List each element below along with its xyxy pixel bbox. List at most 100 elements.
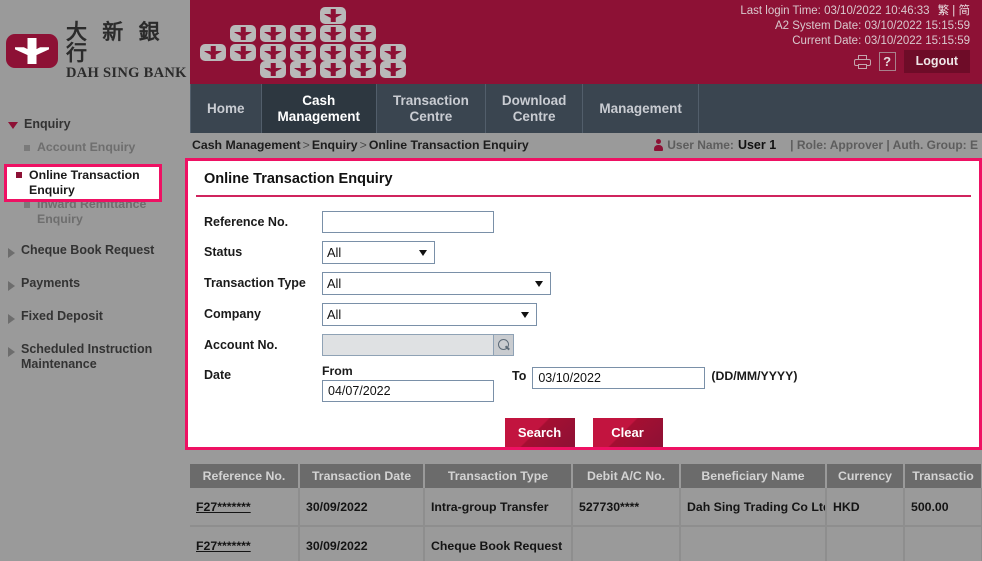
sidebar-group-label: Cheque Book Request <box>21 243 155 257</box>
user-name-label: User Name: <box>667 138 734 152</box>
tab-management[interactable]: Management <box>583 84 699 133</box>
account-no-label: Account No. <box>204 338 278 352</box>
sidebar-item-account-enquiry[interactable]: Account Enquiry <box>0 137 190 158</box>
user-name-value: User 1 <box>737 138 777 152</box>
lang-simplified[interactable]: 简 <box>959 5 971 17</box>
last-login-text: Last login Time: 03/10/2022 10:46:33 <box>740 5 930 17</box>
cell-beneficiary-name: Dah Sing Trading Co Ltd <box>680 488 827 526</box>
company-label: Company <box>204 307 261 321</box>
sidebar-nav: Enquiry Account Enquiry Online Transacti… <box>0 112 190 377</box>
cell-transaction-amount: 500.00 <box>904 488 982 526</box>
account-lookup-button[interactable] <box>493 334 514 356</box>
account-no-input[interactable] <box>322 334 494 356</box>
transaction-type-select-value: All <box>327 276 342 291</box>
user-role-info: | Role: Approver | Auth. Group: E <box>790 138 978 152</box>
tab-cash-management[interactable]: Cash Management <box>261 84 378 133</box>
sidebar-group-fixed-deposit[interactable]: Fixed Deposit <box>0 304 190 329</box>
breadcrumb-root[interactable]: Cash Management <box>192 138 301 152</box>
cell-transaction-amount <box>904 525 982 561</box>
page-title: Online Transaction Enquiry <box>204 171 393 187</box>
bullet-icon <box>24 145 30 151</box>
left-column: 大 新 銀 行 DAH SING BANK Enquiry Account En… <box>0 0 190 561</box>
sidebar-group-enquiry[interactable]: Enquiry <box>0 112 190 137</box>
session-info: Last login Time: 03/10/2022 10:46:33 繁 | … <box>740 4 970 49</box>
sidebar-group-label: Enquiry <box>24 117 71 131</box>
form-row-company: Company All <box>188 303 979 326</box>
brand-logo-text: 大 新 銀 行 DAH SING BANK <box>66 22 190 81</box>
reference-link[interactable]: F27******* <box>196 539 251 553</box>
cell-transaction-date: 30/09/2022 <box>299 525 425 561</box>
cell-beneficiary-name <box>680 525 827 561</box>
brand-logo: 大 新 銀 行 DAH SING BANK <box>6 22 190 81</box>
column-header-transaction-type[interactable]: Transaction Type <box>424 464 573 488</box>
search-button[interactable]: Search <box>504 418 575 447</box>
table-row[interactable]: F27******* 30/09/2022 Cheque Book Reques… <box>190 525 982 561</box>
help-button[interactable]: ? <box>878 52 896 71</box>
column-header-transaction-amount[interactable]: Transactio <box>904 464 982 488</box>
cell-debit-ac-no: 527730**** <box>572 488 681 526</box>
column-header-transaction-date[interactable]: Transaction Date <box>299 464 425 488</box>
banner-logo-pattern <box>200 4 406 78</box>
transaction-type-label: Transaction Type <box>204 276 306 290</box>
user-info: User Name: User 1 | Role: Approver | Aut… <box>654 138 978 152</box>
form-row-account-no: Account No. <box>188 334 979 356</box>
sidebar-group-label: Fixed Deposit <box>21 309 103 323</box>
sidebar-item-label-active: Online Transaction Enquiry <box>29 168 140 197</box>
sidebar-group-payments[interactable]: Payments <box>0 271 190 296</box>
cell-currency <box>826 525 905 561</box>
chevron-down-icon <box>535 280 543 287</box>
user-icon <box>654 139 664 151</box>
form-panel: Online Transaction Enquiry Reference No.… <box>188 161 979 447</box>
form-row-date: Date From To (DD/MM/YYYY) <box>188 364 979 402</box>
cell-currency: HKD <box>826 488 905 526</box>
cell-transaction-date: 30/09/2022 <box>299 488 425 526</box>
column-header-reference-no[interactable]: Reference No. <box>190 464 300 488</box>
company-select[interactable]: All <box>322 303 537 326</box>
table-row[interactable]: F27******* 30/09/2022 Intra-group Transf… <box>190 488 982 526</box>
application-window: 大 新 銀 行 DAH SING BANK Enquiry Account En… <box>0 0 982 561</box>
table-header-row: Reference No. Transaction Date Transacti… <box>190 464 982 488</box>
form-row-reference: Reference No. <box>188 211 979 233</box>
bullet-icon-active <box>16 172 22 178</box>
brand-logo-area: 大 新 銀 行 DAH SING BANK <box>0 0 190 82</box>
tab-home[interactable]: Home <box>190 84 262 133</box>
last-login-line: Last login Time: 03/10/2022 10:46:33 繁 | … <box>740 4 970 19</box>
form-row-status: Status All <box>188 241 979 264</box>
chevron-right-icon <box>8 314 15 324</box>
tab-download-centre[interactable]: Download Centre <box>486 84 584 133</box>
date-to-label: To <box>512 369 527 383</box>
column-header-debit-ac-no[interactable]: Debit A/C No. <box>572 464 681 488</box>
sidebar-group-scheduled-instruction-maintenance[interactable]: Scheduled Instruction Maintenance <box>0 337 190 377</box>
sidebar-group-cheque-book-request[interactable]: Cheque Book Request <box>0 238 190 263</box>
column-header-beneficiary-name[interactable]: Beneficiary Name <box>680 464 827 488</box>
lang-traditional[interactable]: 繁 <box>938 5 950 17</box>
breadcrumb-bar: Cash Management > Enquiry > Online Transacti… <box>190 133 982 157</box>
breadcrumb-sep: > <box>359 138 367 152</box>
reference-link[interactable]: F27******* <box>196 500 251 514</box>
logout-button[interactable]: Logout <box>903 50 970 73</box>
sidebar-item-label: Account Enquiry <box>37 140 136 154</box>
chevron-down-icon <box>419 249 427 256</box>
sidebar-group-label: Payments <box>21 276 81 290</box>
transaction-type-select[interactable]: All <box>322 272 551 295</box>
cell-debit-ac-no <box>572 525 681 561</box>
clear-button[interactable]: Clear <box>592 418 663 447</box>
breadcrumb-mid[interactable]: Enquiry <box>312 138 358 152</box>
sidebar-item-online-transaction-enquiry[interactable]: Online Transaction Enquiry <box>4 164 162 202</box>
reference-no-label: Reference No. <box>204 215 289 229</box>
column-header-currency[interactable]: Currency <box>826 464 905 488</box>
status-select[interactable]: All <box>322 241 435 264</box>
date-from-input[interactable] <box>322 380 494 402</box>
reference-no-input[interactable] <box>322 211 494 233</box>
tab-transaction-centre[interactable]: Transaction Centre <box>377 84 486 133</box>
chevron-down-icon <box>8 122 18 129</box>
bullet-icon <box>24 202 30 208</box>
chevron-right-icon <box>8 347 15 357</box>
breadcrumb-current: Online Transaction Enquiry <box>368 138 529 152</box>
dah-sing-logo-icon <box>6 34 58 69</box>
printer-icon[interactable] <box>853 54 871 69</box>
status-select-value: All <box>327 245 342 260</box>
tabbar-filler <box>699 84 982 133</box>
date-from-label: From <box>322 364 353 378</box>
date-to-input[interactable] <box>532 367 706 389</box>
